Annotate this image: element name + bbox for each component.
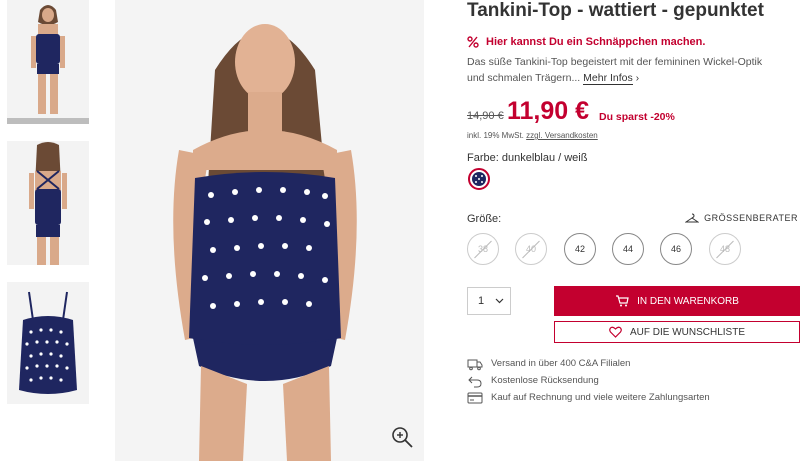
size-option-44[interactable]: 44 [612,233,644,265]
zoom-icon[interactable] [390,425,414,449]
savings-badge: Du sparst -20% [599,111,675,123]
size-value: 46 [670,244,681,254]
size-label: Größe: [467,213,502,225]
cart-icon [616,295,629,307]
thumbnail-back[interactable] [7,141,89,265]
tankini-product-image [7,282,89,404]
add-to-wishlist-button[interactable]: AUF DIE WUNSCHLISTE [554,321,800,343]
main-product-image[interactable] [115,0,424,461]
add-to-cart-button[interactable]: IN DEN WARENKORB [554,286,800,316]
color-swatch-dark-blue[interactable] [468,168,490,190]
benefit-free-return: Kostenlose Rücksendung [467,372,710,389]
size-value: 48 [719,244,730,254]
deal-text: Hier kannst Du ein Schnäppchen machen. [486,36,706,48]
size-option-48[interactable]: 48 [709,233,741,265]
heart-icon [609,326,622,338]
size-guide-button[interactable]: GRÖSSENBERATER [685,213,798,223]
benefit-text: Kauf auf Rechnung und viele weitere Zahl… [491,392,710,403]
benefit-text: Kostenlose Rücksendung [491,375,599,386]
product-description: Das süße Tankini-Top begeistert mit der … [467,54,767,87]
vat-info: inkl. 19% MwSt. zzgl. Versandkosten [467,131,598,140]
product-title: Tankini-Top - wattiert - gepunktet [467,0,764,21]
percent-icon [467,36,479,48]
size-guide-label: GRÖSSENBERATER [704,213,798,223]
model-main-image [115,0,424,461]
more-info-link[interactable]: Mehr Infos [583,72,633,85]
benefit-text: Versand in über 400 C&A Filialen [491,358,631,369]
deal-banner: Hier kannst Du ein Schnäppchen machen. [467,36,705,48]
quantity-select[interactable]: 1 [467,287,511,315]
add-to-cart-label: IN DEN WARENKORB [637,295,739,307]
return-arrow-icon [468,376,482,387]
benefit-store-delivery: Versand in über 400 C&A Filialen [467,355,710,372]
size-value: 40 [525,244,536,254]
swatch-dots-icon [472,172,486,186]
shipping-cost-link[interactable]: zzgl. Versandkosten [526,131,598,140]
truck-icon [467,359,483,370]
thumbnail-front[interactable] [7,0,89,124]
benefits-list: Versand in über 400 C&A Filialen Kostenl… [467,355,710,406]
size-value: 42 [574,244,585,254]
vat-text: inkl. 19% MwSt. [467,131,524,140]
current-price: 11,90 € [507,97,590,125]
size-option-38[interactable]: 38 [467,233,499,265]
thumbnail-product[interactable] [7,282,89,404]
wishlist-label: AUF DIE WUNSCHLISTE [629,326,745,338]
color-label: Farbe: dunkelblau / weiß [467,152,588,164]
old-price: 14,90 € [467,110,504,122]
size-option-46[interactable]: 46 [660,233,692,265]
size-option-40[interactable]: 40 [515,233,547,265]
size-value: 38 [477,244,488,254]
quantity-value: 1 [478,295,485,307]
model-front-image [7,0,89,118]
chevron-right-icon: › [635,73,640,84]
size-value: 44 [622,244,633,254]
model-back-image [7,141,89,265]
chevron-down-icon [495,298,504,304]
credit-card-icon [467,392,483,403]
benefit-payment: Kauf auf Rechnung und viele weitere Zahl… [467,389,710,406]
size-option-42[interactable]: 42 [564,233,596,265]
hanger-icon [685,213,700,223]
